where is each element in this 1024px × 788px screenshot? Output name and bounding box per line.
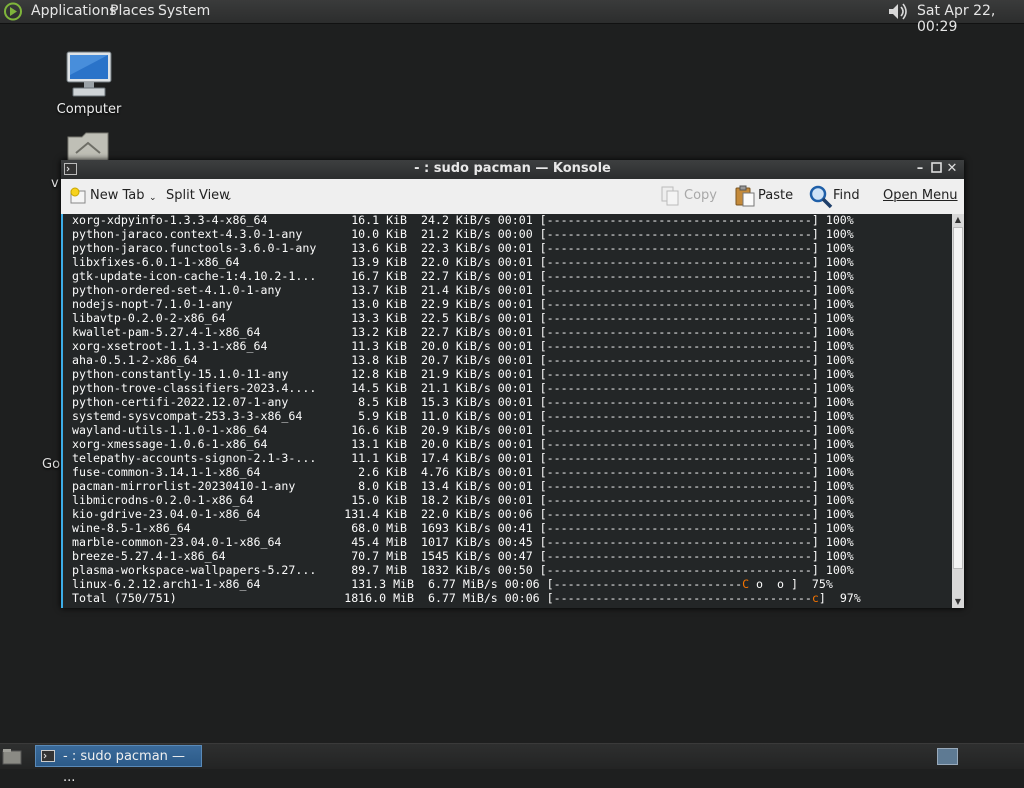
split-view-button[interactable]: Split View bbox=[166, 188, 230, 203]
find-button[interactable]: Find bbox=[833, 188, 860, 203]
top-panel: Applications Places System Sat Apr 22, 0… bbox=[0, 0, 1024, 35]
scroll-down-arrow-icon[interactable]: ▼ bbox=[952, 596, 964, 608]
new-tab-icon[interactable] bbox=[69, 187, 87, 205]
terminal-line: python-ordered-set-4.1.0-1-any 13.7 KiB … bbox=[72, 283, 854, 297]
new-tab-button[interactable]: New Tab bbox=[90, 188, 145, 203]
terminal-line: python-constantly-15.1.0-11-any 12.8 KiB… bbox=[72, 367, 854, 381]
paste-icon bbox=[735, 185, 755, 207]
terminal-line: systemd-sysvcompat-253.3-3-x86_64 5.9 Ki… bbox=[72, 409, 854, 423]
workspace-switcher[interactable] bbox=[937, 748, 958, 765]
copy-button[interactable]: Copy bbox=[684, 188, 717, 203]
bottom-taskbar: - : sudo pacman — ... bbox=[0, 743, 1024, 785]
terminal-line: python-jaraco.context-4.3.0-1-any 10.0 K… bbox=[72, 227, 854, 241]
terminal-line: breeze-5.27.4-1-x86_64 70.7 MiB 1545 KiB… bbox=[72, 549, 854, 563]
clock[interactable]: Sat Apr 22, 00:29 bbox=[917, 3, 1024, 35]
split-view-dropdown-icon[interactable]: ⌄ bbox=[225, 193, 233, 203]
scrollbar-thumb[interactable] bbox=[953, 227, 963, 569]
close-button[interactable]: ✕ bbox=[946, 162, 958, 175]
terminal-lines: xorg-xdpyinfo-1.3.3-4-x86_64 16.1 KiB 24… bbox=[72, 214, 854, 577]
open-menu-button[interactable]: Open Menu bbox=[883, 188, 958, 203]
terminal-line: python-jaraco.functools-3.6.0-1-any 13.6… bbox=[72, 241, 854, 255]
desktop-partial-label: v bbox=[51, 176, 59, 191]
volume-icon[interactable] bbox=[887, 2, 909, 21]
terminal-line: nodejs-nopt-7.1.0-1-any 13.0 KiB 22.9 Ki… bbox=[72, 297, 854, 311]
maximize-button[interactable] bbox=[930, 162, 942, 175]
terminal-line: kio-gdrive-23.04.0-1-x86_64 131.4 KiB 22… bbox=[72, 507, 854, 521]
linux-progress-text: linux-6.2.12.arch1-1-x86_64 131.3 MiB 6.… bbox=[72, 577, 743, 591]
terminal-line: wayland-utils-1.1.0-1-x86_64 16.6 KiB 20… bbox=[72, 423, 854, 437]
terminal-icon[interactable] bbox=[64, 163, 77, 175]
terminal-task-icon bbox=[41, 750, 55, 762]
terminal-line: gtk-update-icon-cache-1:4.10.2-1... 16.7… bbox=[72, 269, 854, 283]
copy-icon bbox=[661, 186, 679, 206]
terminal-line: libxfixes-6.0.1-1-x86_64 13.9 KiB 22.0 K… bbox=[72, 255, 854, 269]
distro-logo-icon[interactable] bbox=[3, 2, 23, 21]
konsole-window[interactable]: - : sudo pacman — Konsole – ✕ New Tab ⌄ … bbox=[61, 160, 964, 608]
terminal-line: xorg-xsetroot-1.1.3-1-x86_64 11.3 KiB 20… bbox=[72, 339, 854, 353]
computer-label: Computer bbox=[56, 102, 122, 117]
terminal-line: python-trove-classifiers-2023.4.... 14.5… bbox=[72, 381, 854, 395]
paste-button[interactable]: Paste bbox=[758, 188, 793, 203]
maximize-icon bbox=[930, 162, 942, 173]
terminal-line: python-certifi-2022.12.07-1-any 8.5 KiB … bbox=[72, 395, 854, 409]
terminal-line-linux-progress: linux-6.2.12.arch1-1-x86_64 131.3 MiB 6.… bbox=[72, 577, 833, 591]
new-tab-dropdown-icon[interactable]: ⌄ bbox=[149, 193, 157, 203]
total-progress-tail: ] 97% bbox=[818, 591, 861, 605]
window-titlebar[interactable]: - : sudo pacman — Konsole – ✕ bbox=[61, 160, 964, 179]
desktop-computer[interactable]: Computer bbox=[55, 50, 123, 117]
terminal-line: aha-0.5.1-2-x86_64 13.8 KiB 20.7 KiB/s 0… bbox=[72, 353, 854, 367]
terminal-line: wine-8.5-1-x86_64 68.0 MiB 1693 KiB/s 00… bbox=[72, 521, 854, 535]
find-icon bbox=[809, 185, 833, 209]
terminal-line-total-progress: Total (750/751) 1816.0 MiB 6.77 MiB/s 00… bbox=[72, 591, 861, 605]
terminal-line: xorg-xmessage-1.0.6-1-x86_64 13.1 KiB 20… bbox=[72, 437, 854, 451]
show-desktop-icon[interactable] bbox=[2, 748, 22, 765]
menu-places[interactable]: Places bbox=[110, 3, 155, 19]
terminal-line: pacman-mirrorlist-20230410-1-any 8.0 KiB… bbox=[72, 479, 854, 493]
terminal-line: kwallet-pam-5.27.4-1-x86_64 13.2 KiB 22.… bbox=[72, 325, 854, 339]
scroll-up-arrow-icon[interactable]: ▲ bbox=[952, 214, 964, 226]
terminal-line: xorg-xdpyinfo-1.3.3-4-x86_64 16.1 KiB 24… bbox=[72, 214, 854, 227]
terminal-line: libavtp-0.2.0-2-x86_64 13.3 KiB 22.5 KiB… bbox=[72, 311, 854, 325]
taskbar-konsole-button[interactable]: - : sudo pacman — ... bbox=[35, 745, 202, 785]
total-progress-text: Total (750/751) 1816.0 MiB 6.77 MiB/s 00… bbox=[72, 591, 812, 605]
taskbar-konsole-label: - : sudo pacman — ... bbox=[63, 749, 186, 785]
terminal-scrollbar[interactable]: ▲ ▼ bbox=[952, 214, 964, 608]
terminal-line: libmicrodns-0.2.0-1-x86_64 15.0 KiB 18.2… bbox=[72, 493, 854, 507]
menu-system[interactable]: System bbox=[158, 3, 210, 19]
terminal-line: marble-common-23.04.0-1-x86_64 45.4 MiB … bbox=[72, 535, 854, 549]
desktop-partial-label-go: Go bbox=[42, 457, 61, 472]
total-pacman-icon: c bbox=[811, 591, 819, 605]
window-title: - : sudo pacman — Konsole bbox=[414, 161, 611, 176]
menu-applications[interactable]: Applications bbox=[31, 3, 117, 19]
terminal-output[interactable]: xorg-xdpyinfo-1.3.3-4-x86_64 16.1 KiB 24… bbox=[61, 214, 954, 608]
computer-icon bbox=[66, 51, 112, 97]
konsole-toolbar: New Tab ⌄ Split View ⌄ Copy Paste Find O… bbox=[61, 179, 964, 214]
folder-icon bbox=[67, 132, 109, 162]
terminal-line: telepathy-accounts-signon-2.1-3-... 11.1… bbox=[72, 451, 854, 465]
linux-progress-tail: o o ] 75% bbox=[749, 577, 833, 591]
terminal-line: fuse-common-3.14.1-1-x86_64 2.6 KiB 4.76… bbox=[72, 465, 854, 479]
minimize-button[interactable]: – bbox=[914, 162, 926, 175]
terminal-line: plasma-workspace-wallpapers-5.27... 89.7… bbox=[72, 563, 854, 577]
